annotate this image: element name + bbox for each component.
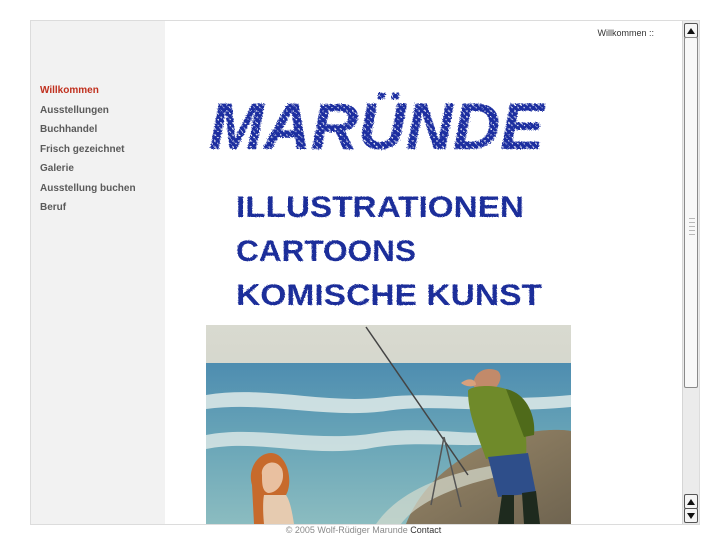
triangle-down-icon bbox=[687, 512, 695, 519]
nav-item-ausstellung-buchen[interactable]: Ausstellung buchen bbox=[40, 182, 136, 202]
painting-fisherman-mermaid bbox=[206, 325, 571, 524]
page-frame: Willkommen Ausstellungen Buchhandel Fris… bbox=[30, 20, 700, 525]
nav-item-ausstellungen[interactable]: Ausstellungen bbox=[40, 104, 136, 124]
logo-text: MARÜNDE bbox=[209, 89, 546, 163]
nav-item-frisch-gezeichnet[interactable]: Frisch gezeichnet bbox=[40, 143, 136, 163]
nav-item-galerie[interactable]: Galerie bbox=[40, 162, 136, 182]
tagline-svg: ILLUSTRATIONEN CARTOONS KOMISCHE KUNST bbox=[236, 191, 542, 312]
logo-svg: MARÜNDE bbox=[209, 89, 546, 163]
painting-svg bbox=[206, 325, 571, 524]
vertical-scrollbar[interactable] bbox=[682, 21, 699, 524]
contact-link[interactable]: Contact bbox=[410, 525, 441, 535]
nav-item-willkommen[interactable]: Willkommen bbox=[40, 84, 136, 104]
scroll-down-button[interactable] bbox=[684, 508, 698, 523]
main-nav: Willkommen Ausstellungen Buchhandel Fris… bbox=[40, 84, 136, 221]
scrollbar-thumb[interactable] bbox=[684, 37, 698, 388]
triangle-up-icon bbox=[687, 27, 695, 34]
breadcrumb: Willkommen :: bbox=[597, 28, 654, 38]
nav-item-beruf[interactable]: Beruf bbox=[40, 201, 136, 221]
sidebar: Willkommen Ausstellungen Buchhandel Fris… bbox=[31, 21, 165, 524]
footer: © 2005 Wolf-Rüdiger Marunde Contact bbox=[0, 525, 727, 535]
tagline-illustrationen: ILLUSTRATIONEN bbox=[236, 191, 524, 224]
tagline-komische-kunst: KOMISCHE KUNST bbox=[236, 279, 542, 312]
scroll-up-button[interactable] bbox=[684, 23, 698, 38]
scroll-up-button-lower[interactable] bbox=[684, 494, 698, 509]
tagline-cartoons: CARTOONS bbox=[236, 235, 416, 268]
triangle-up-icon bbox=[687, 498, 695, 505]
marunde-logo: MARÜNDE bbox=[207, 61, 577, 181]
grip-icon bbox=[689, 218, 695, 235]
copyright-text: © 2005 Wolf-Rüdiger Marunde bbox=[285, 525, 408, 535]
tagline-block: ILLUSTRATIONEN CARTOONS KOMISCHE KUNST bbox=[236, 187, 566, 322]
nav-item-buchhandel[interactable]: Buchhandel bbox=[40, 123, 136, 143]
